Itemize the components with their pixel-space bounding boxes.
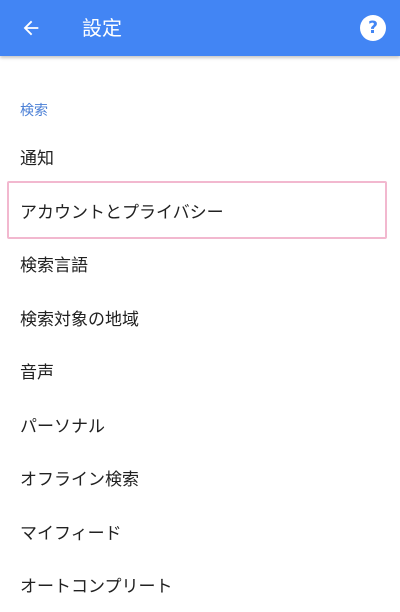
settings-item-label: オートコンプリート [20,577,173,598]
settings-item-label: 検索言語 [20,256,88,277]
settings-item-label: 通知 [20,149,54,170]
settings-item-my-feed[interactable]: マイフィード [0,505,400,559]
help-button[interactable]: ? [360,15,386,41]
settings-item-label: 音声 [20,363,54,384]
page-title: 設定 [82,16,122,40]
settings-list: 通知 アカウントとプライバシー 検索言語 検索対象の地域 音声 パーソナル オフ… [0,130,400,612]
settings-item-label: オフライン検索 [20,470,139,491]
settings-item-label: マイフィード [20,523,122,544]
section-header-search: 検索 [20,103,48,119]
settings-item-search-language[interactable]: 検索言語 [0,237,400,291]
settings-item-notifications[interactable]: 通知 [0,130,400,184]
settings-item-search-region[interactable]: 検索対象の地域 [0,291,400,345]
app-bar: 設定 ? [0,0,400,56]
settings-item-autocomplete[interactable]: オートコンプリート [0,558,400,612]
settings-item-label: アカウントとプライバシー [20,202,224,223]
back-button[interactable] [12,9,50,47]
settings-item-voice[interactable]: 音声 [0,344,400,398]
settings-item-personal[interactable]: パーソナル [0,398,400,452]
settings-item-label: 検索対象の地域 [20,309,139,330]
settings-item-label: パーソナル [20,416,105,437]
settings-item-account-privacy[interactable]: アカウントとプライバシー [0,184,400,238]
arrow-back-icon [23,20,39,36]
help-icon: ? [368,18,378,38]
settings-item-offline-search[interactable]: オフライン検索 [0,451,400,505]
